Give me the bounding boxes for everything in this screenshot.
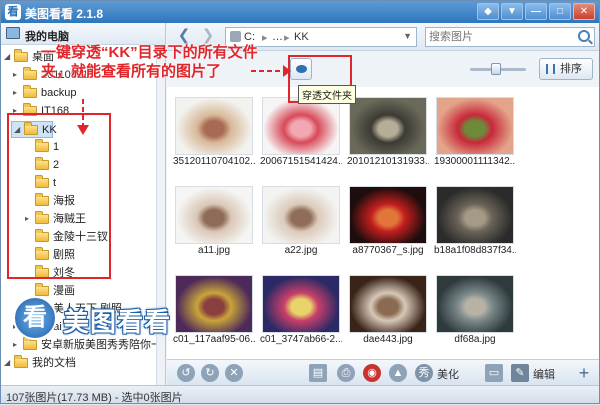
edit-icon[interactable]: ✎ [511,364,529,382]
folder-icon [14,355,28,368]
folder-icon [14,49,28,62]
slideshow-icon[interactable]: ▤ [309,364,327,382]
annotation-arrows [77,65,291,135]
bottom-toolbar: ↺ ↻ ✕ ▤ ⎙ ◉ ▲ 秀 美化 ▭ ✎ 编辑 + [167,359,599,385]
thumbnail-item[interactable]: df68a.jpg [434,271,516,349]
brand-logo-icon: 看 [13,296,57,340]
thumbnail-filename: df68a.jpg [454,334,496,345]
status-bar: 107张图片(17.73 MB) - 选中0张图片 [1,385,599,404]
zoom-slider[interactable] [470,63,526,75]
thumbnail-filename: 20067151541424... [260,156,342,167]
puzzle-icon[interactable]: ▲ [389,364,407,382]
thumbnail-image[interactable] [262,186,340,244]
thumbnail-item[interactable]: c01_3747ab66-2... [260,271,342,349]
arrow-down-head [77,125,89,135]
expand-arrow-icon[interactable]: ▸ [13,86,22,100]
search-input[interactable] [429,30,569,44]
add-icon[interactable]: + [575,364,593,382]
thumbnail-filename: b18a1f08d837f34... [434,245,516,256]
sidebar-header: 我的电脑 [1,23,165,45]
sort-icon [546,64,555,74]
app-window: 看 美图看看 2.1.8 ◆ ▼ — □ ✕ 我的电脑 ◢ 桌面 ▸ 20110511… [0,0,600,404]
sidebar-item-label: 我的文档 [32,357,76,369]
thumbnail-image[interactable] [349,186,427,244]
path-drive[interactable]: C: [244,31,255,43]
thumbnail-image[interactable] [436,186,514,244]
expand-arrow-icon[interactable]: ◢ [4,356,13,370]
thumbnail-item[interactable]: a22.jpg [260,182,342,260]
zoom-slider-handle[interactable] [491,63,501,75]
chevron-down-icon[interactable]: ▼ [403,31,412,41]
window-controls: ◆ ▼ — □ ✕ [477,3,595,20]
folder-icon [23,85,37,98]
drive-icon [230,31,241,42]
delete-icon[interactable]: ✕ [225,364,243,382]
thumbnail-image[interactable] [349,97,427,155]
thumbnail-item[interactable]: b18a1f08d837f34... [434,182,516,260]
search-box[interactable] [425,27,595,47]
wallpaper-icon[interactable]: ▭ [485,364,503,382]
window-title: 美图看看 2.1.8 [25,7,104,21]
edit-label[interactable]: 编辑 [533,366,555,382]
thumbnail-filename: dae443.jpg [363,334,413,345]
thumbnail-filename: 35120110704102... [173,156,255,167]
computer-icon [6,27,20,39]
shirt-icon[interactable]: ▼ [501,3,523,20]
thumbnail-image[interactable] [262,275,340,333]
print-icon[interactable]: ⎙ [337,364,355,382]
title-bar: 看 美图看看 2.1.8 ◆ ▼ — □ ✕ [1,1,599,23]
search-icon[interactable] [578,30,590,42]
sort-button[interactable]: 排序 ▼ [539,58,593,94]
brand-logo: 看 美图看看 [13,294,198,344]
skin-icon[interactable]: ◆ [477,3,499,20]
thumbnail-filename: 20101210131933... [347,156,429,167]
thumbnail-item[interactable]: a8770367_s.jpg [347,182,429,260]
maximize-icon[interactable]: □ [549,3,571,20]
rotate-left-icon[interactable]: ↺ [177,364,195,382]
minimize-icon[interactable]: — [525,3,547,20]
beautify-label[interactable]: 美化 [437,366,459,382]
weibo-icon[interactable]: ◉ [363,364,381,382]
thumbnail-filename: c01_3747ab66-2... [260,334,342,345]
thumbnail-item[interactable]: 19300001111342... [434,93,516,171]
thumbnail-item[interactable]: dae443.jpg [347,271,429,349]
thumbnail-filename: a8770367_s.jpg [352,245,424,256]
folder-icon [23,67,37,80]
thumbnail-filename: a11.jpg [197,245,231,256]
thumbnail-image[interactable] [175,186,253,244]
thumbnail-item[interactable]: 20101210131933... [347,93,429,171]
thumbnail-filename: 19300001111342... [434,156,516,167]
expand-arrow-icon[interactable]: ▸ [13,68,22,82]
app-logo-icon: 看 [5,4,21,20]
close-icon[interactable]: ✕ [573,3,595,20]
brand-text: 美图看看 [63,307,172,337]
expand-arrow-icon[interactable]: ◢ [4,50,13,64]
thumbnail-item[interactable]: a11.jpg [173,182,255,260]
thumbnail-image[interactable] [436,275,514,333]
thumbnail-filename: a22.jpg [284,245,318,256]
sidebar-header-label: 我的电脑 [25,31,69,43]
tooltip-penetrate-folder: 穿透文件夹 [298,85,356,104]
rotate-right-icon[interactable]: ↻ [201,364,219,382]
thumbnail-image[interactable] [436,97,514,155]
path-ellipsis[interactable]: … [272,31,283,43]
path-separator: ▸ [284,32,290,44]
arrow-right-head [283,65,291,77]
beautify-icon[interactable]: 秀 [415,364,433,382]
thumbnail-image[interactable] [349,275,427,333]
sidebar-item[interactable]: ◢ 我的文档 [1,355,156,372]
sort-label: 排序 [560,63,582,75]
path-folder[interactable]: KK [294,31,309,43]
